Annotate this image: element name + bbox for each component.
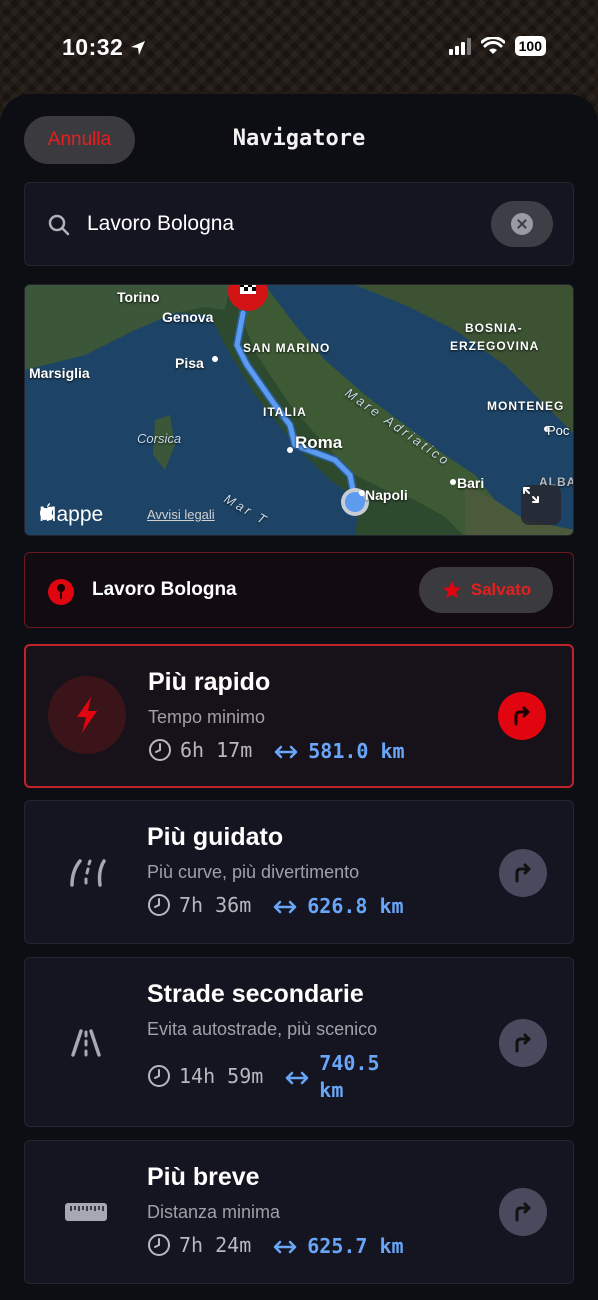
legal-link[interactable]: Avvisi legali [147, 507, 215, 522]
route-subtitle: Più curve, più divertimento [147, 862, 360, 882]
map-label: ITALIA [263, 405, 307, 419]
pin-icon [48, 579, 74, 605]
route-card-shortest[interactable]: Più breve Distanza minima 7h 24m 625.7 k… [24, 1140, 574, 1284]
turn-right-icon [515, 1033, 531, 1053]
map-label: Roma [295, 433, 343, 452]
route-time-text: 7h 24m [179, 1233, 252, 1257]
route-icon-container [47, 833, 125, 911]
clock-icon [148, 1234, 170, 1256]
clear-icon [511, 213, 533, 235]
route-icon-container [47, 1004, 125, 1082]
map-label: BOSNIA- [465, 321, 523, 335]
start-route-button[interactable] [499, 1019, 547, 1067]
navigator-sheet: Annulla Navigatore Lavoro Bologna Torino… [0, 94, 598, 1300]
turn-right-icon [515, 863, 531, 883]
apple-logo-icon [40, 503, 54, 521]
double-arrow-icon [275, 745, 298, 759]
search-bar[interactable]: Lavoro Bologna [24, 182, 574, 266]
route-time-text: 14h 59m [179, 1064, 264, 1088]
saved-label: Salvato [470, 580, 532, 599]
route-distance-text: 581.0 km [308, 739, 405, 763]
turn-right-icon [514, 706, 530, 726]
map-label: Napoli [365, 487, 408, 503]
map-label: Corsica [137, 431, 182, 446]
clock-icon [148, 1065, 170, 1087]
clock-icon [149, 739, 171, 761]
route-time: 7h 24m [147, 1233, 251, 1257]
map-label: Torino [117, 289, 160, 305]
status-bar: 10:32 100 [0, 0, 598, 96]
page-title: Navigatore [232, 126, 366, 151]
route-subtitle: Tempo minimo [148, 707, 266, 727]
battery-indicator: 100 [514, 36, 546, 56]
route-title: Più guidato [147, 823, 284, 851]
route-distance-text: 740.5 km [319, 1051, 380, 1102]
route-distance: 626.8 km [273, 893, 404, 920]
double-arrow-icon [274, 1240, 297, 1254]
curvy-road-icon [70, 859, 106, 887]
route-time: 14h 59m [147, 1064, 263, 1088]
route-card-fastest[interactable]: Più rapido Tempo minimo 6h 17m 581.0 km [24, 644, 574, 788]
route-distance: 625.7 km [273, 1233, 404, 1260]
map-label: MONTENEG [487, 399, 565, 413]
route-time: 7h 36m [147, 893, 251, 917]
time-text: 10:32 [62, 34, 124, 60]
destination-row: Lavoro Bologna Salvato [24, 552, 574, 628]
route-distance-text: 625.7 km [307, 1234, 404, 1258]
route-time-text: 7h 36m [179, 893, 252, 917]
route-title: Più breve [147, 1163, 260, 1191]
ruler-icon [65, 1203, 107, 1221]
map-label: Genova [162, 309, 214, 325]
cellular-signal-icon [448, 37, 471, 55]
map-label: Pisa [175, 355, 204, 371]
map-label: Marsiglia [29, 365, 90, 381]
start-route-button[interactable] [498, 692, 546, 740]
route-icon-container [47, 1173, 125, 1251]
expand-icon [523, 487, 539, 503]
route-stats: 7h 24m 625.7 km [147, 1233, 404, 1260]
double-arrow-icon [274, 900, 297, 914]
map-label: SAN MARINO [243, 341, 331, 355]
route-stats: 7h 36m 626.8 km [147, 893, 404, 920]
wifi-icon [480, 37, 505, 54]
start-route-button[interactable] [499, 849, 547, 897]
route-icon-container [48, 676, 126, 754]
maps-logo: Mappe [39, 503, 103, 527]
route-stats: 6h 17m 581.0 km [148, 738, 405, 765]
star-icon [442, 580, 461, 599]
turn-right-icon [515, 1202, 531, 1222]
route-subtitle: Evita autostrade, più scenico [147, 1019, 378, 1039]
search-icon [48, 214, 70, 236]
map-label: Bari [457, 475, 485, 491]
route-map[interactable]: Torino Genova SAN MARINO Pisa Marsiglia … [24, 284, 574, 536]
map-label: Poc [547, 423, 570, 438]
map-label: ERZEGOVINA [450, 339, 540, 353]
route-time: 6h 17m [148, 738, 252, 762]
route-subtitle: Distanza minima [147, 1202, 281, 1222]
route-card-twisty[interactable]: Più guidato Più curve, più divertimento … [24, 800, 574, 944]
route-distance: 581.0 km [274, 738, 405, 765]
start-route-button[interactable] [499, 1188, 547, 1236]
search-input[interactable]: Lavoro Bologna [87, 212, 234, 236]
header: Annulla Navigatore [0, 116, 598, 164]
location-arrow-icon [131, 40, 146, 55]
route-distance: 740.5 km [285, 1050, 399, 1104]
road-icon [71, 1029, 101, 1057]
route-title: Più rapido [148, 668, 271, 696]
route-stats: 14h 59m 740.5 km [147, 1050, 399, 1104]
bolt-icon [77, 697, 97, 733]
route-title: Strade secondarie [147, 980, 364, 1008]
clear-search-button[interactable] [491, 201, 553, 247]
destination-name: Lavoro Bologna [92, 579, 237, 600]
expand-map-button[interactable] [521, 485, 561, 525]
route-time-text: 6h 17m [180, 738, 253, 762]
status-time: 10:32 [62, 34, 147, 61]
double-arrow-icon [286, 1071, 309, 1085]
clock-icon [148, 894, 170, 916]
route-card-secondary[interactable]: Strade secondarie Evita autostrade, più … [24, 957, 574, 1127]
route-distance-text: 626.8 km [307, 894, 404, 918]
saved-button[interactable]: Salvato [419, 567, 553, 613]
